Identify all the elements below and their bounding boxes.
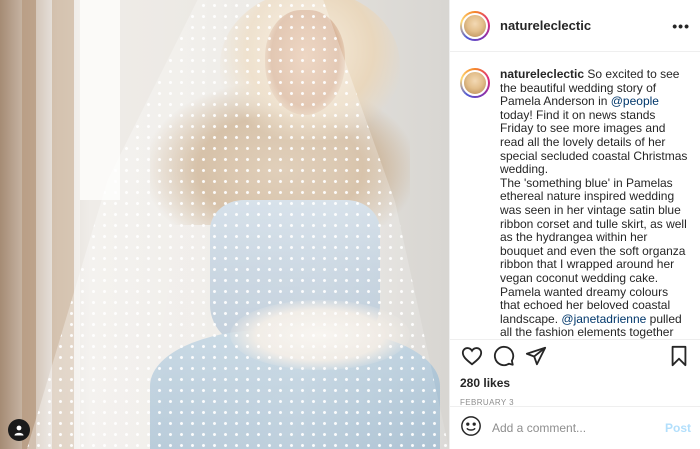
user-tag-icon[interactable] — [8, 419, 30, 441]
caption-avatar[interactable] — [460, 68, 490, 98]
like-count[interactable]: 280 likes — [460, 376, 691, 390]
post-photo[interactable] — [0, 0, 449, 449]
post-header: natureleclectic ••• — [450, 0, 700, 52]
comment-input[interactable] — [492, 421, 665, 435]
photo-door-frame — [22, 0, 36, 449]
post-side-panel: natureleclectic ••• natureleclectic So e… — [449, 0, 700, 449]
more-options-icon[interactable]: ••• — [672, 18, 690, 34]
post-actions: 280 likes February 3 — [450, 339, 700, 407]
bookmark-icon[interactable] — [667, 344, 691, 368]
action-icon-row — [460, 340, 691, 372]
mention-janetadrienne[interactable]: @janetadrienne — [561, 312, 646, 326]
share-icon[interactable] — [524, 344, 548, 368]
caption-text-2: today! Find it on news stands Friday to … — [500, 107, 688, 177]
caption: natureleclectic So excited to see the be… — [500, 67, 691, 339]
caption-text-3: The 'something blue' in Pamelas ethereal… — [500, 175, 687, 326]
comment-icon[interactable] — [492, 344, 516, 368]
mention-people[interactable]: @people — [611, 94, 659, 108]
avatar[interactable] — [460, 10, 490, 41]
emoji-icon[interactable] — [460, 415, 482, 442]
caption-username[interactable]: natureleclectic — [500, 67, 584, 81]
header-username[interactable]: natureleclectic — [500, 18, 591, 33]
comment-box: Post — [450, 406, 700, 449]
caption-area: natureleclectic So excited to see the be… — [450, 53, 700, 339]
heart-icon[interactable] — [460, 344, 484, 368]
post-comment-button[interactable]: Post — [665, 421, 691, 435]
